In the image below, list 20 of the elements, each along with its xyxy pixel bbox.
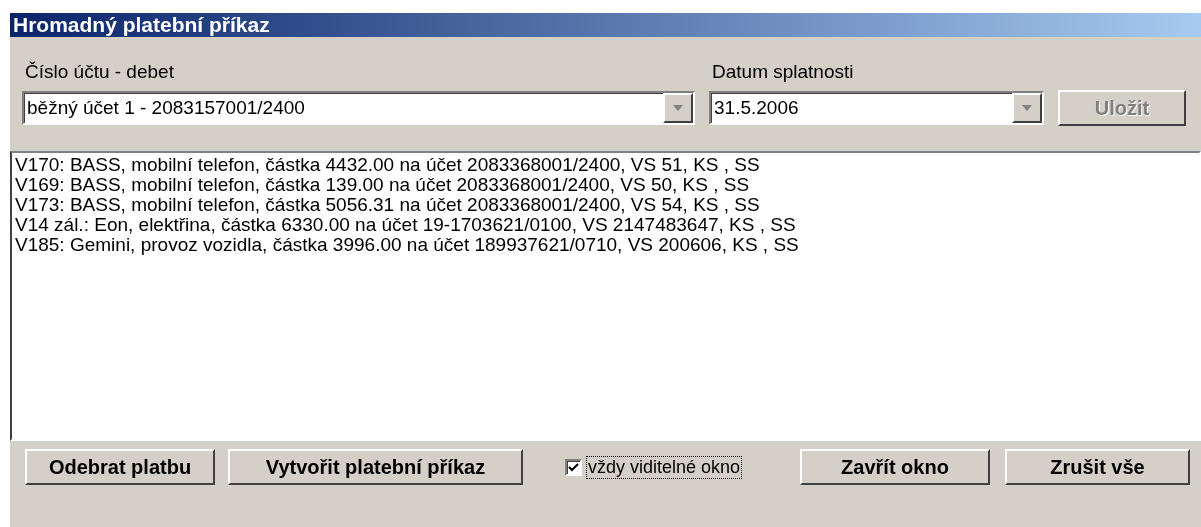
account-dropdown[interactable]: běžný účet 1 - 2083157001/2400 — [22, 91, 695, 125]
date-dropdown[interactable]: 31.5.2006 — [709, 91, 1044, 125]
action-button[interactable]: Odebrat platbu — [25, 449, 215, 485]
checkbox-label: vždy viditelné okno — [586, 455, 743, 479]
dropdown-arrow-icon — [1022, 105, 1032, 111]
list-item[interactable]: V14 zál.: Eon, elektřina, částka 6330.00 na účet 19-1703621/0100, VS 2147483647, KS , SS — [15, 215, 1196, 235]
list-item[interactable]: V170: BASS, mobilní telefon, částka 4432.00 na účet 2083368001/2400, VS 51, KS , SS — [15, 155, 1196, 175]
field-label: Datum splatnosti — [711, 61, 855, 83]
window-title: Hromadný platební příkaz — [10, 13, 1201, 37]
payment-list[interactable] — [10, 151, 1201, 441]
list-item[interactable]: V185: Gemini, provoz vozidla, částka 3996.00 na účet 189937621/0710, VS 200606, KS , SS — [15, 235, 1196, 255]
action-button[interactable]: Zavřít okno — [800, 449, 990, 485]
checkmark-icon — [568, 461, 579, 473]
field-label: Číslo účtu - debet — [24, 61, 175, 83]
list-item[interactable]: V169: BASS, mobilní telefon, částka 139.00 na účet 2083368001/2400, VS 50, KS , SS — [15, 175, 1196, 195]
action-button[interactable]: Vytvořit platební příkaz — [228, 449, 523, 485]
checkbox[interactable] — [565, 458, 582, 476]
list-item[interactable]: V173: BASS, mobilní telefon, částka 5056.31 na účet 2083368001/2400, VS 54, KS , SS — [15, 195, 1196, 215]
action-button[interactable]: Zrušit vše — [1005, 449, 1190, 485]
dropdown-arrow-icon — [673, 105, 683, 111]
